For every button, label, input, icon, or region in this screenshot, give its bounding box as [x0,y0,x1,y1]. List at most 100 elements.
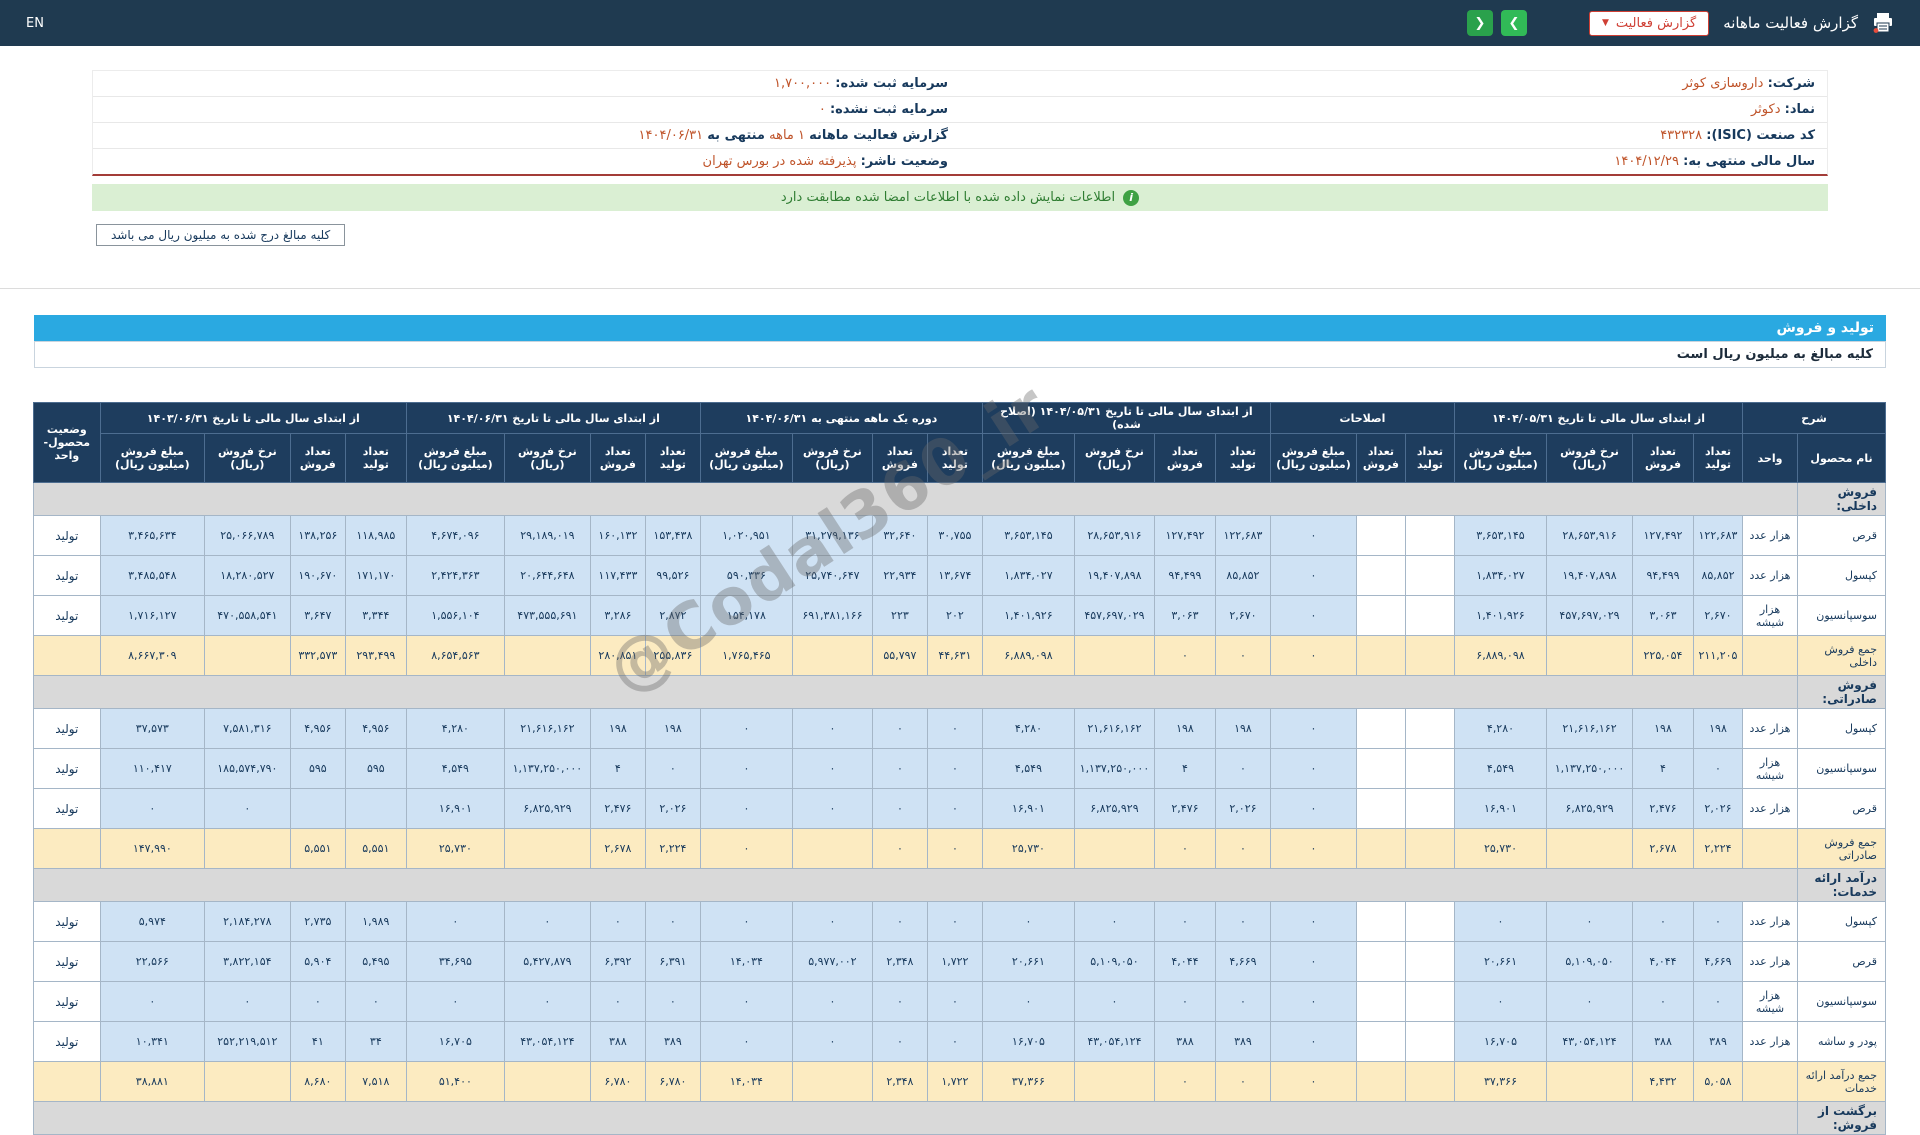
header-group-row: شرح از ابتدای سال مالی تا تاریخ ۱۴۰۴/۰۵/۳… [32,402,1886,483]
status-cell: تولید [32,708,101,749]
value-cell-ytd-sold: ۳۸۸ [589,1021,646,1062]
value-cell-ytd-produced: ۲۵۵,۸۳۶ [644,635,701,676]
value-cell-prev5-sold: ۳,۰۶۳ [1632,595,1694,636]
value-cell-prev5-produced: ۰ [1693,901,1743,942]
col-header-rate: نرخ فروش (ریال) [503,433,591,483]
value-cell-prev_year-rate: ۰ [203,981,291,1022]
value-cell-prev_year-rate: ۲۵۲,۲۱۹,۵۱۲ [203,1021,291,1062]
page-title: گزارش فعالیت ماهانه [1723,14,1858,32]
unit-cell: هزار عدد [1742,901,1798,942]
value-cell-prev_year-rate: ۲۵,۰۶۶,۷۸۹ [203,515,291,556]
print-icon[interactable] [1872,13,1894,33]
value-cell-prev5-rate: ۴۵۷,۶۹۷,۰۲۹ [1546,595,1633,636]
value-cell-prev_year-sold: ۱۳۸,۲۵۶ [289,515,346,556]
value-cell-month-rate: ۰ [791,788,873,829]
unit-cell: هزار شیشه [1742,981,1798,1022]
value-cell-ytd-amount: ۴,۲۸۰ [405,708,505,749]
value-cell-corrections-sold [1355,595,1406,636]
value-cell-prev5-sold: ۴,۴۳۲ [1632,1061,1694,1102]
value-cell-prev5-amount: ۱,۸۳۴,۰۲۷ [1453,555,1548,596]
product-name-cell: سوسپانسیون [1797,748,1886,789]
value-cell-prev5-amount: ۰ [1453,981,1548,1022]
value-cell-ytd-sold: ۳,۲۸۶ [589,595,646,636]
value-cell-prev5-sold: ۲,۶۷۸ [1632,828,1694,869]
value-cell-prev5-sold: ۲,۴۷۶ [1632,788,1694,829]
col-header-amount: مبلغ فروش (میلیون ریال) [981,433,1075,483]
product-row: قرص هزار عدد ۱۲۲,۶۸۳ ۱۲۷,۴۹۲ ۲۸,۶۵۳,۹۱۶ ۳,۶۵۳… [32,515,1886,556]
product-row: سوسپانسیون هزار شیشه ۰ ۰ ۰ ۰ ۰ ۰ ۰ ۰ ۰ ۰ ۰ ۰ ۰ ۰ ۰ ۰ ۰ ۰ ۰ ۰ ۰… [32,981,1886,1022]
value-cell-corrected-sold: ۰ [1153,901,1216,942]
value-cell-month-produced: ۰ [926,788,983,829]
value-cell-month-rate [791,1061,873,1102]
value-cell-prev5-sold: ۰ [1632,901,1694,942]
value-cell-corrected-produced: ۱۲۲,۶۸۳ [1214,515,1271,556]
language-toggle[interactable]: EN [26,16,44,31]
value-cell-prev5-produced: ۲,۰۲۶ [1693,788,1743,829]
status-cell: تولید [32,555,101,596]
value-cell-prev5-sold: ۴ [1632,748,1694,789]
value-cell-corrections-amount: ۰ [1269,595,1357,636]
value-cell-corrections-sold [1355,981,1406,1022]
value-cell-month-sold: ۰ [871,1021,928,1062]
value-cell-ytd-rate: ۴۷۳,۵۵۵,۶۹۱ [503,595,591,636]
value-cell-month-rate: ۶۹۱,۳۸۱,۱۶۶ [791,595,873,636]
value-cell-ytd-amount: ۸,۶۵۴,۵۶۳ [405,635,505,676]
value-cell-corrections-produced [1404,515,1455,556]
unit-cell: هزار عدد [1742,941,1798,982]
value-cell-month-produced: ۰ [926,901,983,942]
company-label: شرکت: [1767,76,1815,91]
col-header-produced: تعداد تولید [926,433,983,483]
value-cell-prev5-amount: ۲۰,۶۶۱ [1453,941,1548,982]
value-cell-ytd-amount: ۱,۵۵۶,۱۰۴ [405,595,505,636]
value-cell-prev5-produced: ۳۸۹ [1693,1021,1743,1062]
value-cell-ytd-amount: ۵۱,۴۰۰ [405,1061,505,1102]
value-cell-prev_year-rate: ۲,۱۸۴,۲۷۸ [203,901,291,942]
value-cell-prev_year-rate [203,1061,291,1102]
value-cell-prev5-amount: ۶,۸۸۹,۰۹۸ [1453,635,1548,676]
report-period-value: ۱ ماهه [769,128,805,143]
value-cell-prev_year-rate: ۳,۸۲۲,۱۵۴ [203,941,291,982]
value-cell-month-rate: ۰ [791,901,873,942]
value-cell-prev_year-produced: ۵,۵۵۱ [344,828,407,869]
value-cell-month-produced: ۱,۷۲۲ [926,1061,983,1102]
value-cell-prev_year-rate: ۴۷۰,۵۵۸,۵۴۱ [203,595,291,636]
value-cell-corrected-rate: ۲۱,۶۱۶,۱۶۲ [1073,708,1155,749]
value-cell-corrected-amount: ۲۵,۷۳۰ [981,828,1075,869]
value-cell-prev_year-rate [203,828,291,869]
value-cell-prev5-amount: ۴,۵۴۹ [1453,748,1548,789]
total-row: جمع درآمد ارائه خدمات ۵,۰۵۸ ۴,۴۳۲ ۳۷,۳۶۶ ۰ ۰ ۰… [32,1061,1886,1102]
value-cell-corrected-amount: ۳۷,۳۶۶ [981,1061,1075,1102]
value-cell-month-rate: ۰ [791,748,873,789]
unit-header: واحد [1742,433,1798,483]
report-type-button[interactable]: گزارش فعالیت ▼ [1588,10,1710,36]
value-cell-corrections-produced [1404,941,1455,982]
value-cell-ytd-produced: ۳۸۹ [644,1021,701,1062]
value-cell-corrections-produced [1404,788,1455,829]
table-head: شرح از ابتدای سال مالی تا تاریخ ۱۴۰۴/۰۵/۳… [32,402,1886,483]
nav-forward-button[interactable]: ❯ [1500,10,1527,36]
value-cell-month-sold: ۰ [871,901,928,942]
value-cell-prev5-amount: ۳۷,۳۶۶ [1453,1061,1548,1102]
col-header-rate: نرخ فروش (ریال) [1073,433,1155,483]
value-cell-corrections-amount: ۰ [1269,981,1357,1022]
value-cell-ytd-rate [503,635,591,676]
value-cell-prev5-produced: ۸۵,۸۵۲ [1693,555,1743,596]
col-header-sold: تعداد فروش [1632,433,1694,483]
value-cell-prev5-produced: ۱۲۲,۶۸۳ [1693,515,1743,556]
value-cell-month-amount: ۱۵۴,۱۷۸ [699,595,793,636]
value-cell-prev5-rate [1546,1061,1633,1102]
value-cell-corrected-produced: ۰ [1214,635,1271,676]
value-cell-corrected-amount: ۶,۸۸۹,۰۹۸ [981,635,1075,676]
value-cell-corrections-amount: ۰ [1269,748,1357,789]
value-cell-prev5-amount: ۴,۲۸۰ [1453,708,1548,749]
value-cell-prev_year-produced: ۴,۹۵۶ [344,708,407,749]
value-cell-month-produced: ۲۰۲ [926,595,983,636]
col-header-sold: تعداد فروش [289,433,346,483]
value-cell-month-sold: ۳۲,۶۴۰ [871,515,928,556]
value-cell-month-amount: ۰ [699,748,793,789]
col-header-produced: تعداد تولید [1693,433,1743,483]
value-cell-ytd-rate [503,1061,591,1102]
nav-back-button[interactable]: ❮ [1466,10,1493,36]
product-row: کپسول هزار عدد ۸۵,۸۵۲ ۹۴,۴۹۹ ۱۹,۴۰۷,۸۹۸ ۱,۸۳۴… [32,555,1886,596]
value-cell-corrections-produced [1404,1021,1455,1062]
